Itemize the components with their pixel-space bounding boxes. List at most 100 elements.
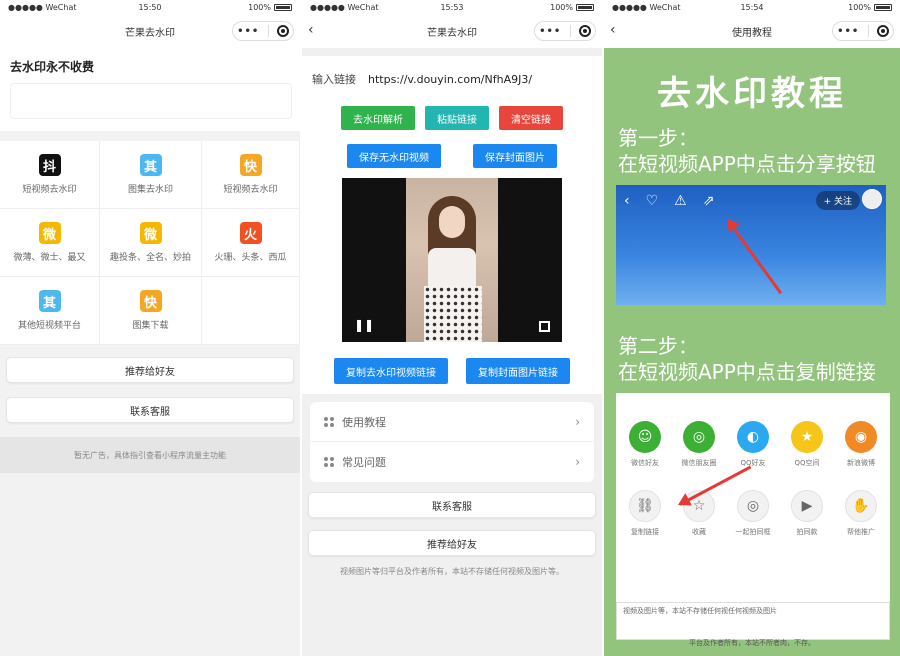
share-option-label: 收藏 <box>692 528 706 536</box>
phone-screen-home: ●●●●● WeChat 15:50 100% 芒果去水印 ••• 去水印永不收… <box>0 0 300 656</box>
status-bar: ●●●●● WeChat 15:54 100% <box>604 0 900 14</box>
link-input[interactable] <box>10 83 292 119</box>
menu-item-tutorial[interactable]: 使用教程 › <box>310 402 594 442</box>
feature-grid-item[interactable]: 微微薄、微士、最又 <box>0 209 100 277</box>
step2-text: 在短视频APP中点击复制链接 <box>618 360 876 384</box>
share-option-label: 微信好友 <box>631 459 659 467</box>
page-title: 使用教程 <box>732 27 772 39</box>
close-miniprogram-icon[interactable] <box>578 25 591 37</box>
battery-icon <box>576 3 594 11</box>
back-icon[interactable]: ‹ <box>308 22 314 38</box>
share-option-label: 微信朋友圈 <box>681 459 717 467</box>
moments-icon: ◎ <box>683 421 715 453</box>
share-option: ◎ 微信朋友圈 <box>675 421 723 468</box>
platform-icon: 火 <box>239 222 262 244</box>
miniprogram-capsule[interactable]: ••• <box>534 21 596 41</box>
link-input[interactable]: https://v.douyin.com/NfhA9J3/ <box>368 73 532 86</box>
platform-icon: 快 <box>239 154 262 176</box>
nav-bar: ‹ 使用教程 ••• <box>604 14 900 48</box>
share-option: ▶ 拍同款 <box>783 490 831 537</box>
paste-link-button[interactable]: 粘贴链接 <box>425 106 489 130</box>
grid-icon <box>324 457 334 467</box>
qq-friend-icon: ◐ <box>737 421 769 453</box>
duet-icon: ◎ <box>737 490 769 522</box>
feature-label: 图集下载 <box>132 321 169 331</box>
heart-icon: ♡ <box>645 193 659 209</box>
feature-label: 短视频去水印 <box>223 185 278 195</box>
platform-icon: 抖 <box>38 154 61 176</box>
step1-screenshot: ‹ ♡ ⚠ ⇗ + 关注 <box>616 185 886 305</box>
more-icon[interactable]: ••• <box>539 26 561 37</box>
link-row: 输入链接 https://v.douyin.com/NfhA9J3/ <box>302 56 602 102</box>
feature-label: 图集去水印 <box>127 185 173 195</box>
clock: 15:50 <box>138 2 162 12</box>
feature-grid-item[interactable]: 快短视频去水印 <box>202 141 300 209</box>
tutorial-title: 去水印教程 <box>657 74 847 114</box>
close-miniprogram-icon[interactable] <box>276 25 289 37</box>
wechat-friend-icon: ☺ <box>629 421 661 453</box>
copy-link-icon: ⛓ <box>629 490 661 522</box>
platform-icon: 其 <box>139 154 162 176</box>
recommend-button[interactable]: 推荐给好友 <box>6 357 294 383</box>
feature-grid-item[interactable]: 火火珊、头条、西瓜 <box>202 209 300 277</box>
nav-bar: ‹ 芒果去水印 ••• <box>302 14 602 48</box>
close-miniprogram-icon[interactable] <box>876 25 889 37</box>
pause-icon[interactable]: ❚❚ <box>354 318 374 332</box>
video-player[interactable]: ❚❚ <box>342 178 562 342</box>
status-bar: ●●●●● WeChat 15:50 100% <box>0 0 300 14</box>
share-option: ⛓ 复制链接 <box>621 490 669 537</box>
chevron-right-icon: › <box>575 455 580 469</box>
chevron-right-icon: › <box>575 414 580 429</box>
save-video-button[interactable]: 保存无水印视频 <box>347 144 441 168</box>
share-option: ◎ 一起拍同框 <box>729 490 777 537</box>
menu-item-faq[interactable]: 常见问题 › <box>310 442 594 482</box>
ad-banner: 暂无广告，具体指引查看小程序流量主功能 <box>0 437 300 473</box>
page-title: 芒果去水印 <box>427 27 477 39</box>
fullscreen-icon[interactable] <box>539 321 550 332</box>
clear-link-button[interactable]: 清空链接 <box>499 106 563 130</box>
menu-item-label: 使用教程 <box>342 415 386 429</box>
battery-icon <box>874 3 892 11</box>
save-cover-button[interactable]: 保存封面图片 <box>473 144 557 168</box>
follow-badge: + 关注 <box>815 191 860 210</box>
feature-label: 趣投条、全名、妙拍 <box>109 253 191 263</box>
copy-video-link-button[interactable]: 复制去水印视频链接 <box>334 358 448 384</box>
warning-icon: ⚠ <box>674 193 687 209</box>
feature-grid-item <box>202 277 300 345</box>
share-option-label: 新浪微博 <box>847 459 875 467</box>
promote-icon: ✋ <box>845 490 877 522</box>
feature-grid-item[interactable]: 其其他短视频平台 <box>0 277 100 345</box>
share-option-label: 帮他推广 <box>847 528 875 536</box>
share-option: ★ QQ空间 <box>783 421 831 468</box>
nav-bar: 芒果去水印 ••• <box>0 14 300 48</box>
miniprogram-capsule[interactable]: ••• <box>832 21 894 41</box>
platform-icon: 其 <box>38 290 61 312</box>
back-icon[interactable]: ‹ <box>610 22 616 38</box>
contact-service-button[interactable]: 联系客服 <box>308 492 596 518</box>
feature-grid-item[interactable]: 抖短视频去水印 <box>0 141 100 209</box>
more-icon[interactable]: ••• <box>837 26 859 37</box>
feature-grid-item[interactable]: 微趣投条、全名、妙拍 <box>100 209 202 277</box>
recommend-button[interactable]: 推荐给好友 <box>308 530 596 556</box>
feature-grid-item[interactable]: 快图集下载 <box>100 277 202 345</box>
share-option-label: 复制链接 <box>631 528 659 536</box>
feature-label: 火珊、头条、西瓜 <box>214 253 287 263</box>
feature-label: 微薄、微士、最又 <box>13 253 86 263</box>
share-option-label: 一起拍同框 <box>735 528 771 536</box>
feature-grid-item[interactable]: 其图集去水印 <box>100 141 202 209</box>
share-option-label: 拍同款 <box>796 528 818 536</box>
page-title: 芒果去水印 <box>125 27 175 39</box>
more-icon[interactable]: ••• <box>237 26 259 37</box>
section-heading: 去水印永不收费 <box>10 60 95 74</box>
share-option: ✋ 帮他推广 <box>837 490 885 537</box>
feature-label: 其他短视频平台 <box>17 321 81 331</box>
parse-button[interactable]: 去水印解析 <box>341 106 415 130</box>
step2-heading: 第二步： <box>618 334 698 358</box>
weibo-icon: ◉ <box>845 421 877 453</box>
copy-cover-link-button[interactable]: 复制封面图片链接 <box>466 358 570 384</box>
qzone-icon: ★ <box>791 421 823 453</box>
share-option: ◐ QQ好友 <box>729 421 777 468</box>
feature-label: 短视频去水印 <box>22 185 77 195</box>
miniprogram-capsule[interactable]: ••• <box>232 21 294 41</box>
contact-service-button[interactable]: 联系客服 <box>6 397 294 423</box>
